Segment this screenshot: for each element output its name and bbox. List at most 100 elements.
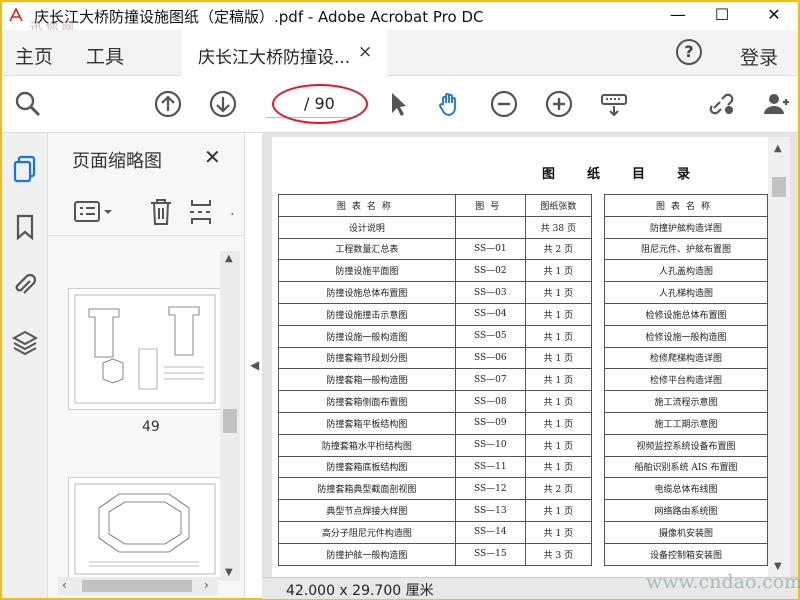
table-row: 电缆总体布线图 xyxy=(604,477,768,501)
table-cell: 防撞套箱节段划分图 xyxy=(278,346,456,370)
page-thumbnails-icon[interactable] xyxy=(12,155,38,183)
table-cell: 共 1 页 xyxy=(524,324,593,348)
zoom-in-icon[interactable] xyxy=(545,90,573,118)
login-button[interactable]: 登录 xyxy=(740,43,778,70)
table-row: 防撞套箱节段划分图 SS—06 共 1 页 xyxy=(278,346,593,370)
table-row: 防撞设施总体布置图 SS—03 共 1 页 xyxy=(278,281,593,304)
help-button[interactable]: ? xyxy=(676,39,702,65)
attachment-icon[interactable] xyxy=(12,271,38,299)
delete-page-icon[interactable] xyxy=(148,197,174,227)
thumbnails-hscroll-thumb[interactable] xyxy=(82,580,192,592)
table-cell: 阻尼元件、护舷布置图 xyxy=(604,237,768,261)
table-row: 检修平台构造详图 xyxy=(604,368,768,392)
document-scrollbar[interactable]: ▲ ▼ xyxy=(768,137,790,577)
thumbnail-options-icon[interactable] xyxy=(74,199,114,225)
table-row: 船舶识别系统 AIS 布置图 xyxy=(604,455,768,479)
table-cell: 摄像机安装图 xyxy=(604,520,768,544)
watermark-bottom: www.cndao.com xyxy=(646,571,800,593)
table-row: 施工工期示意图 xyxy=(604,411,768,435)
tab-document[interactable]: 庆长江大桥防撞设... × xyxy=(182,30,387,77)
table-cell: 防撞护舷构造详图 xyxy=(604,215,768,239)
table-row: 防撞套箱一般构造图 SS—07 共 1 页 xyxy=(278,368,593,392)
highlight-ring xyxy=(272,84,368,124)
table-cell: 共 1 页 xyxy=(524,346,593,370)
maximize-button[interactable]: ☐ xyxy=(702,4,742,28)
thumbnails-scrollbar[interactable]: ▲ ▼ xyxy=(220,251,240,581)
document-tab-close-button[interactable]: × xyxy=(358,42,372,62)
thumbnails-hscrollbar[interactable]: ‹ › xyxy=(58,577,218,595)
table-cell: 防撞设施一般构造图 xyxy=(278,324,456,348)
table-cell: SS—06 xyxy=(454,346,526,370)
table-cell: 施工流程示意图 xyxy=(604,390,768,413)
table-cell: SS—15 xyxy=(454,542,526,566)
table-cell: SS—13 xyxy=(454,499,526,522)
page-display-icon[interactable] xyxy=(600,90,628,118)
table-cell: SS—02 xyxy=(454,259,526,283)
table-cell: 防撞套箱水平桁结构图 xyxy=(278,433,456,457)
scroll-up-arrow-icon[interactable]: ▲ xyxy=(225,253,233,264)
minimize-button[interactable]: — xyxy=(658,4,698,28)
thumbnail-label: 49 xyxy=(142,419,160,435)
table-cell: 设备控制箱安装图 xyxy=(604,542,768,566)
close-window-button[interactable]: ✕ xyxy=(754,4,794,28)
thumbnail-page-50[interactable] xyxy=(68,477,222,579)
table-cell: 检修爬梯构造详图 xyxy=(604,346,768,370)
table-cell: 防撞套箱典型截面剖视图 xyxy=(278,477,456,501)
more-tools-indicator[interactable]: . xyxy=(230,203,234,219)
page-size-label: 42.000 x 29.700 厘米 xyxy=(286,583,434,599)
table-cell: 典型节点焊接大样图 xyxy=(278,499,456,522)
table-cell: 网络路由系统图 xyxy=(604,499,768,522)
table-cell: 共 1 页 xyxy=(524,302,593,326)
table-cell: 共 1 页 xyxy=(524,259,593,283)
panel-close-button[interactable]: ✕ xyxy=(204,145,221,169)
extract-page-icon[interactable] xyxy=(188,197,216,227)
previous-page-icon[interactable] xyxy=(154,90,182,118)
share-link-icon[interactable] xyxy=(708,90,736,118)
tab-home[interactable]: 主页 xyxy=(15,42,53,69)
title-bar: 庆长江大桥防撞设施图纸（定稿版）.pdf - Adobe Acrobat Pro… xyxy=(2,2,798,34)
tab-tools[interactable]: 工具 xyxy=(86,42,124,69)
toolbar: / 90 xyxy=(2,76,798,133)
pdf-page: 图纸目录 图表名称 图号 图纸张数 设计说明 共 38 页工程数量汇总表 SS—01… xyxy=(272,137,768,577)
page-heading: 图纸目录 xyxy=(542,167,723,182)
table-cell: 防撞设施平面图 xyxy=(278,259,456,283)
collapse-panel-arrow-icon[interactable]: ◀ xyxy=(250,358,259,372)
window-title: 庆长江大桥防撞设施图纸（定稿版）.pdf - Adobe Acrobat Pro… xyxy=(34,8,484,26)
table-cell: SS—12 xyxy=(454,477,526,501)
table-row: 典型节点焊接大样图 SS—13 共 1 页 xyxy=(278,499,593,522)
next-page-icon[interactable] xyxy=(209,90,237,118)
zoom-out-icon[interactable] xyxy=(490,90,518,118)
table-row: 防撞设施一般构造图 SS—05 共 1 页 xyxy=(278,324,593,348)
table-row: 工程数量汇总表 SS—01 共 2 页 xyxy=(278,237,593,261)
scroll-down-arrow-icon[interactable]: ▼ xyxy=(225,567,233,578)
table-cell: 船舶识别系统 AIS 布置图 xyxy=(604,455,768,479)
table-row: 网络路由系统图 xyxy=(604,499,768,522)
table-cell: SS—01 xyxy=(454,237,526,261)
bookmark-icon[interactable] xyxy=(12,213,38,241)
table-cell: 共 1 页 xyxy=(524,433,593,457)
select-cursor-icon[interactable] xyxy=(384,90,412,118)
scroll-right-arrow-icon[interactable]: › xyxy=(204,578,209,592)
header-cell: 图号 xyxy=(454,194,526,217)
table-row: 防撞护舷一般构造图 SS—15 共 3 页 xyxy=(278,542,593,566)
table-cell: 检修设施总体布置图 xyxy=(604,302,768,326)
layers-icon[interactable] xyxy=(12,329,38,357)
thumbnail-page-49[interactable] xyxy=(68,288,222,410)
table-row: 人孔盖构造图 xyxy=(604,259,768,283)
table-row: 人孔梯构造图 xyxy=(604,281,768,304)
document-scroll-thumb[interactable] xyxy=(772,177,786,197)
table-cell: 防撞套箱平板结构图 xyxy=(278,411,456,435)
table-cell: 检修平台构造详图 xyxy=(604,368,768,392)
zoom-search-icon[interactable] xyxy=(14,90,42,118)
table-cell: 设计说明 xyxy=(278,215,456,239)
add-user-icon[interactable] xyxy=(762,90,790,118)
table-cell: 共 1 页 xyxy=(524,411,593,435)
thumbnails-scroll-thumb[interactable] xyxy=(223,409,237,433)
table-row: 摄像机安装图 xyxy=(604,520,768,544)
table-row: 防撞套箱典型截面剖视图 SS—12 共 2 页 xyxy=(278,477,593,501)
doc-scroll-up-icon[interactable]: ▲ xyxy=(774,143,782,154)
table-cell: 共 2 页 xyxy=(524,477,593,501)
table-row: 防撞设施撞击示意图 SS—04 共 1 页 xyxy=(278,302,593,326)
hand-tool-icon[interactable] xyxy=(436,90,464,118)
scroll-left-arrow-icon[interactable]: ‹ xyxy=(62,578,67,592)
